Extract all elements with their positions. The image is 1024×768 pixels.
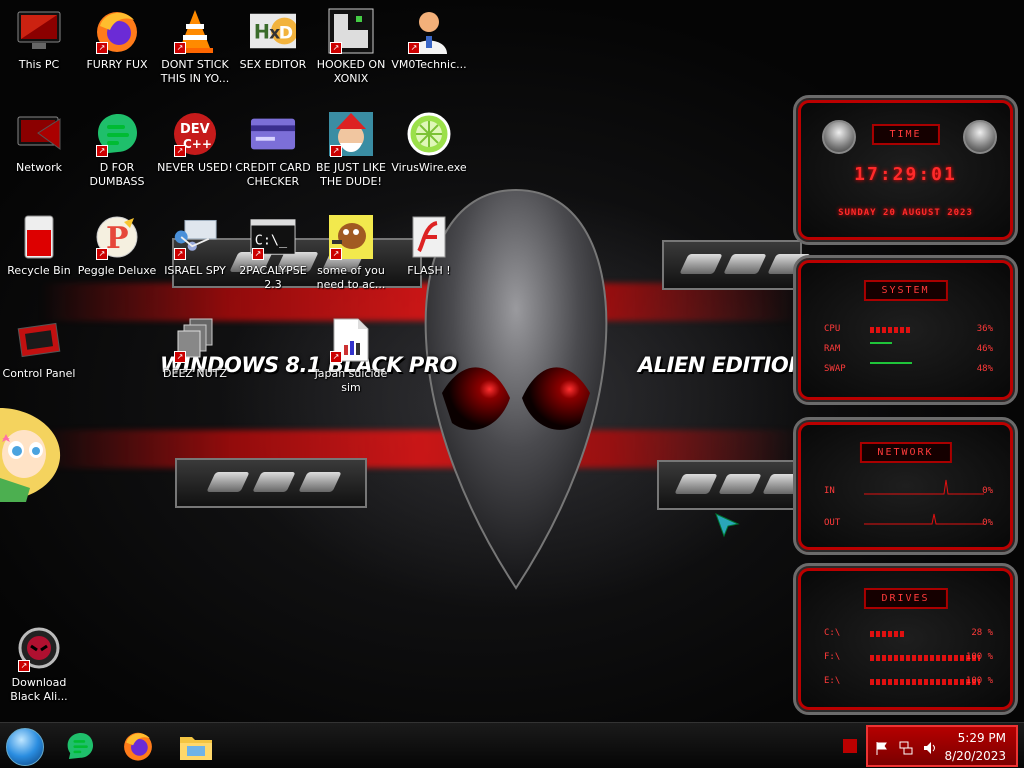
- system-tray: 5:29 PM 8/20/2023: [866, 725, 1018, 767]
- network-out-graph: [864, 513, 984, 525]
- desktop-icon-viruswire[interactable]: VirusWire.exe: [390, 111, 468, 175]
- spy-tool-icon: ↗: [172, 214, 218, 260]
- widget-time-clock: 17:29:01: [854, 164, 957, 185]
- desktop-icon-credit-card-checker[interactable]: CREDIT CARD CHECKER: [234, 111, 312, 189]
- firefox-icon: ↗: [94, 8, 140, 54]
- drive-row-f: F:\ 100 %: [824, 652, 993, 662]
- desktop-icon-japan-suicide-sim[interactable]: ↗ japan suicide sim: [312, 317, 390, 395]
- volume-icon[interactable]: [922, 740, 938, 756]
- desktop-icon-d-for-dumbass[interactable]: ↗ D FOR DUMBASS: [78, 111, 156, 189]
- system-row-ram: RAM 46%: [824, 342, 993, 354]
- desktop-icon-recycle-bin[interactable]: Recycle Bin: [0, 214, 78, 278]
- start-button[interactable]: [6, 728, 44, 766]
- drive-e-usage-bar: [870, 679, 980, 685]
- action-center-flag-icon[interactable]: [874, 740, 890, 756]
- taskbar: 5:29 PM 8/20/2023: [0, 722, 1024, 768]
- drive-c-usage-bar: [870, 631, 904, 637]
- network-row-out: OUT 0%: [824, 513, 993, 532]
- desktop-icon-vm0technic[interactable]: ↗ VM0Technic...: [390, 8, 468, 72]
- green-chat-icon: [67, 732, 94, 760]
- widget-time-date: SUNDAY 20 AUGUST 2023: [838, 208, 973, 218]
- monitor-icon: [16, 8, 62, 54]
- control-panel-icon: [16, 317, 62, 363]
- desktop-icon-this-pc[interactable]: This PC: [0, 8, 78, 72]
- desktop-icon-some-of-you[interactable]: ↗ some of you need to ac...: [312, 214, 390, 292]
- alien-badge-icon-left: [822, 120, 856, 154]
- desktop-icon-control-panel[interactable]: Control Panel: [0, 317, 78, 381]
- desktop-icon-hooked-on-xonix[interactable]: ↗ HOOKED ON XONIX: [312, 8, 390, 86]
- cpu-usage-bar: [870, 327, 910, 333]
- dev-cpp-icon: DEV C++ ↗: [172, 111, 218, 157]
- desktop-icon-israel-spy[interactable]: ↗ ISRAEL SPY: [156, 214, 234, 278]
- svg-text:H: H: [254, 21, 270, 44]
- svg-text:C:\_: C:\_: [255, 234, 288, 249]
- widget-system-title: SYSTEM: [863, 280, 948, 301]
- taskbar-app-file-explorer[interactable]: [178, 729, 214, 763]
- doctor-avatar-icon: ↗: [406, 8, 452, 54]
- recycle-bin-icon: [16, 214, 62, 260]
- taskbar-app-chat[interactable]: [62, 729, 98, 763]
- tray-clock-date[interactable]: 8/20/2023: [944, 749, 1006, 763]
- tray-clock-time[interactable]: 5:29 PM: [958, 731, 1006, 745]
- svg-text:DEV: DEV: [180, 122, 210, 137]
- firefox-icon: [124, 732, 152, 761]
- document-icon: ↗: [328, 317, 374, 363]
- widget-network-title: NETWORK: [859, 442, 952, 463]
- desktop-icon-be-just-like-the-dude[interactable]: ↗ BE JUST LIKE THE DUDE!: [312, 111, 390, 189]
- terminal-icon: C:\_ ↗: [250, 214, 296, 260]
- tray-overflow-icon[interactable]: [843, 739, 857, 753]
- hxd-editor-icon: HxD: [250, 8, 296, 54]
- wallpaper-plate-bottom-left: [175, 458, 367, 508]
- widget-time-title: TIME: [871, 124, 940, 145]
- mouse-cursor-icon: [715, 513, 740, 538]
- desktop-icon-2pacalypse[interactable]: C:\_ ↗ 2PACALYPSE 2.3: [234, 214, 312, 292]
- limewire-icon: [406, 111, 452, 157]
- desktop-icon-flash[interactable]: FLASH !: [390, 214, 468, 278]
- desktop-icon-sex-editor[interactable]: HxD SEX EDITOR: [234, 8, 312, 72]
- ram-usage-bar: [870, 342, 892, 344]
- svg-text:D: D: [279, 24, 293, 44]
- system-row-swap: SWAP 48%: [824, 362, 993, 374]
- network-icon: [16, 111, 62, 157]
- drive-f-usage-bar: [870, 655, 980, 661]
- desktop-icon-dont-stick-this[interactable]: ↗ DONT STICK THIS IN YO...: [156, 8, 234, 86]
- drive-row-e: E:\ 100 %: [824, 676, 993, 686]
- network-row-in: IN 0%: [824, 479, 993, 500]
- file-explorer-icon: [180, 737, 212, 760]
- desktop-icon-never-used[interactable]: DEV C++ ↗ NEVER USED!: [156, 111, 234, 175]
- dog-mic-icon: ↗: [328, 214, 374, 260]
- wallpaper-plate-bottom-right: [657, 460, 806, 510]
- vlc-cone-icon: ↗: [172, 8, 218, 54]
- alien-badge-icon-right: [963, 120, 997, 154]
- taskbar-app-firefox[interactable]: [120, 729, 156, 763]
- cartoon-character-decoration: [0, 408, 61, 502]
- desktop-icon-deez-nutz[interactable]: ↗ DEEZ NUTZ: [156, 317, 234, 381]
- elf-santa-icon: ↗: [328, 111, 374, 157]
- network-in-graph: [864, 479, 984, 495]
- flash-icon: [406, 214, 452, 260]
- xonix-game-icon: ↗: [328, 8, 374, 54]
- stacked-windows-icon: ↗: [172, 317, 218, 363]
- alien-download-icon: ↗: [16, 626, 62, 672]
- desktop-icon-network[interactable]: Network: [0, 111, 78, 175]
- svg-text:P: P: [106, 221, 129, 256]
- widget-time[interactable]: TIME 17:29:01 SUNDAY 20 AUGUST 2023: [793, 95, 1018, 245]
- desktop-icon-furry-fux[interactable]: ↗ FURRY FUX: [78, 8, 156, 72]
- desktop-icon-download-black-alien[interactable]: ↗ Download Black Ali...: [0, 626, 78, 704]
- widget-system[interactable]: SYSTEM CPU 36% RAM 46% SWAP 48%: [793, 255, 1018, 405]
- credit-card-icon: [250, 111, 296, 157]
- green-chat-icon: ↗: [94, 111, 140, 157]
- svg-text:C++: C++: [183, 137, 212, 151]
- peggle-icon: P ↗: [94, 214, 140, 260]
- network-tray-icon[interactable]: [898, 740, 914, 756]
- desktop-icon-peggle-deluxe[interactable]: P ↗ Peggle Deluxe: [78, 214, 156, 278]
- system-row-cpu: CPU 36%: [824, 324, 993, 334]
- widget-drives-title: DRIVES: [863, 588, 948, 609]
- wallpaper-plate-top-right: [662, 240, 811, 290]
- swap-usage-bar: [870, 362, 912, 364]
- drive-row-c: C:\ 28 %: [824, 628, 993, 638]
- widget-network[interactable]: NETWORK IN 0% OUT 0%: [793, 417, 1018, 555]
- widget-drives[interactable]: DRIVES C:\ 28 % F:\ 100 % E:\ 100 %: [793, 563, 1018, 715]
